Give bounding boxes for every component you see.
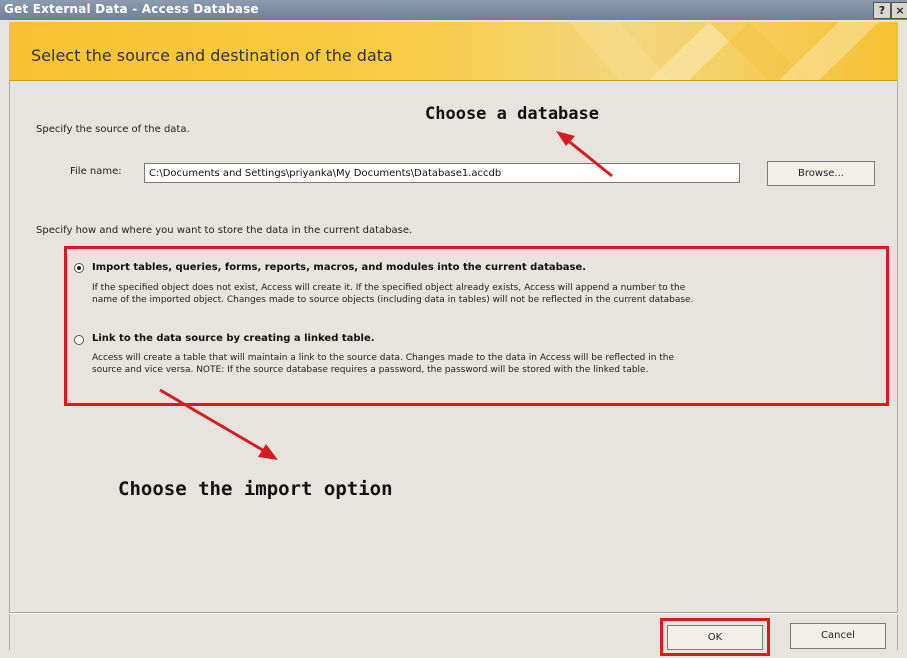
annotation-arrows: [159, 131, 613, 460]
ok-button-highlight: [660, 618, 770, 656]
annotation-choose-import: Choose the import option: [118, 478, 393, 500]
footer-separator: [9, 612, 898, 614]
arrow-to-file-name: [565, 137, 613, 178]
cancel-button[interactable]: Cancel: [790, 623, 886, 649]
arrow-to-options: [159, 388, 267, 454]
arrowhead-options: [258, 444, 278, 460]
